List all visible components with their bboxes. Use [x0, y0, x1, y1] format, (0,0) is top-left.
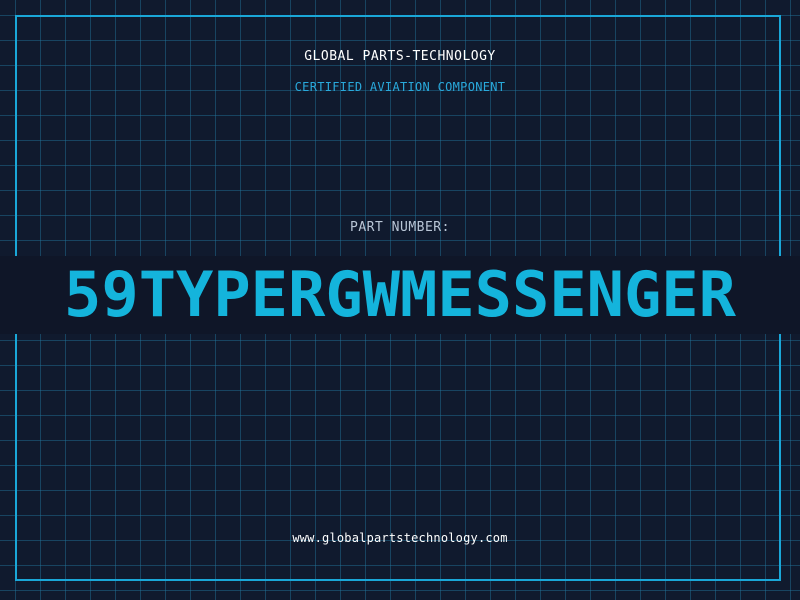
certification-subtitle: CERTIFIED AVIATION COMPONENT	[294, 80, 506, 94]
website-url[interactable]: www.globalpartstechnology.com	[0, 531, 800, 545]
part-number-value: 59TYPERGWMESSENGER	[64, 258, 736, 331]
company-name: GLOBAL PARTS-TECHNOLOGY	[304, 49, 496, 64]
certificate-page: GLOBAL PARTS-TECHNOLOGY CERTIFIED AVIATI…	[0, 0, 800, 600]
part-number-label: PART NUMBER:	[350, 220, 450, 235]
